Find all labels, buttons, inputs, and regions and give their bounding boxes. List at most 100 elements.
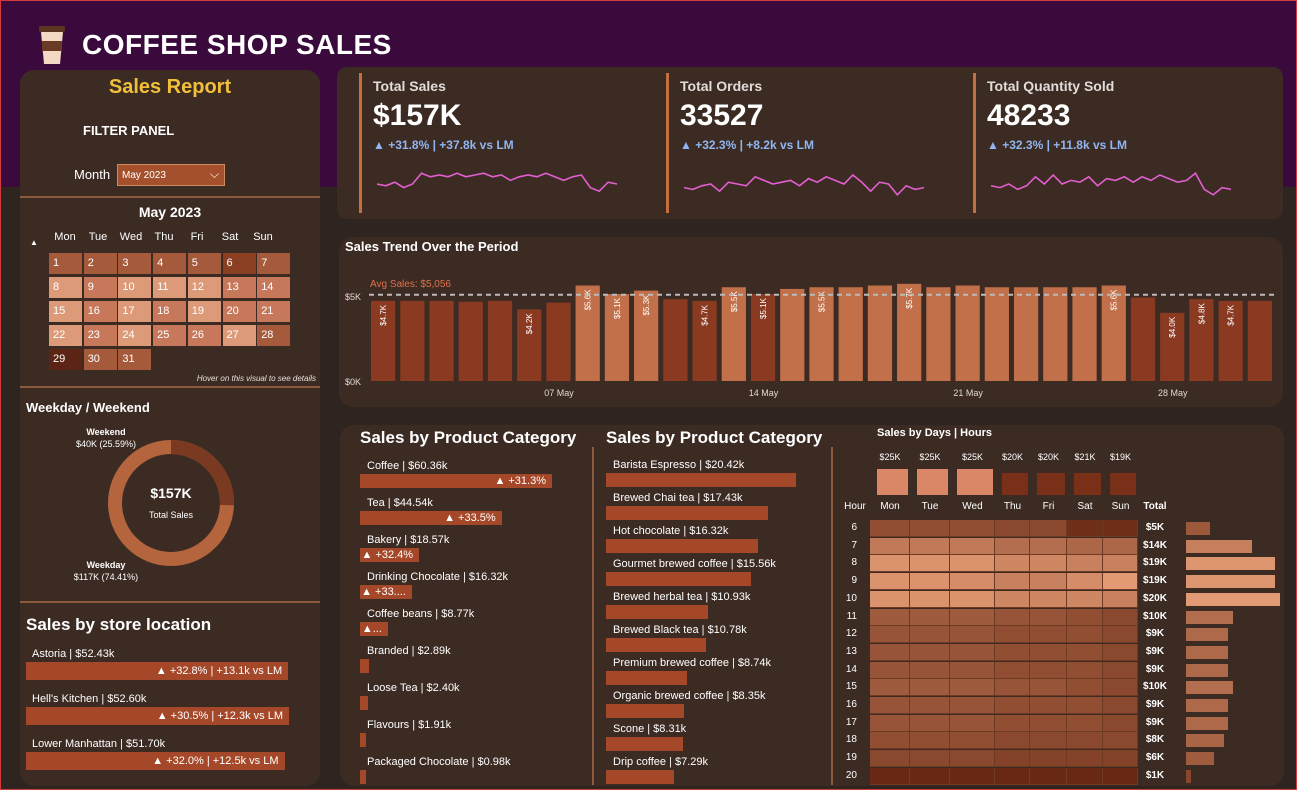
hour-total-bar[interactable] bbox=[1186, 734, 1224, 748]
heatmap-cell[interactable] bbox=[1103, 697, 1138, 714]
heatmap-cell[interactable] bbox=[995, 767, 1030, 785]
hour-total-bar[interactable] bbox=[1186, 663, 1229, 677]
calendar-day[interactable]: 29 bbox=[49, 349, 82, 370]
heatmap-cell[interactable] bbox=[870, 537, 910, 555]
calendar-day[interactable]: 30 bbox=[83, 349, 117, 370]
calendar-day[interactable]: 6 bbox=[222, 253, 256, 274]
calendar-day[interactable]: 27 bbox=[222, 325, 256, 346]
heatmap-cell[interactable] bbox=[995, 750, 1030, 768]
day-total-bar[interactable] bbox=[957, 469, 993, 495]
heatmap-cell[interactable] bbox=[995, 679, 1030, 697]
heatmap-cell[interactable] bbox=[1067, 520, 1103, 537]
heatmap-cell[interactable] bbox=[910, 750, 950, 768]
heatmap-cell[interactable] bbox=[1067, 555, 1103, 573]
category-bar[interactable] bbox=[360, 770, 366, 784]
heatmap-cell[interactable] bbox=[1103, 732, 1138, 750]
heatmap-cell[interactable] bbox=[1067, 590, 1103, 608]
day-total-bar[interactable] bbox=[877, 469, 908, 495]
heatmap-cell[interactable] bbox=[995, 520, 1030, 537]
day-total-bar[interactable] bbox=[1110, 473, 1136, 495]
calendar-day[interactable]: 16 bbox=[83, 301, 117, 322]
heatmap-cell[interactable] bbox=[910, 520, 950, 537]
heatmap-cell[interactable] bbox=[1103, 555, 1138, 573]
heatmap-cell[interactable] bbox=[995, 608, 1030, 626]
heatmap-cell[interactable] bbox=[1030, 590, 1067, 608]
heatmap-cell[interactable] bbox=[995, 661, 1030, 679]
heatmap-cell[interactable] bbox=[950, 643, 995, 661]
heatmap-cell[interactable] bbox=[910, 626, 950, 644]
heatmap-cell[interactable] bbox=[1030, 767, 1067, 785]
product-type-bar[interactable] bbox=[606, 770, 674, 784]
category-bar[interactable]: ▲ +33.... bbox=[360, 585, 412, 599]
heatmap-cell[interactable] bbox=[1103, 750, 1138, 768]
heatmap-cell[interactable] bbox=[1067, 661, 1103, 679]
location-bar[interactable]: ▲ +32.0% | +12.5k vs LM bbox=[26, 752, 285, 770]
product-type-bar[interactable] bbox=[606, 473, 796, 487]
calendar-day[interactable]: 2 bbox=[83, 253, 117, 274]
day-total-bar[interactable] bbox=[1002, 473, 1028, 495]
heatmap-cell[interactable] bbox=[1067, 626, 1103, 644]
heatmap-cell[interactable] bbox=[995, 697, 1030, 714]
heatmap-cell[interactable] bbox=[950, 767, 995, 785]
heatmap-cell[interactable] bbox=[995, 573, 1030, 591]
heatmap-cell[interactable] bbox=[870, 555, 910, 573]
trend-bar[interactable] bbox=[1072, 287, 1097, 381]
category-bar[interactable]: ▲ +32.4% bbox=[360, 548, 420, 562]
heatmap-cell[interactable] bbox=[910, 643, 950, 661]
day-total-bar[interactable] bbox=[1074, 473, 1101, 495]
heatmap-cell[interactable] bbox=[870, 679, 910, 697]
heatmap-cell[interactable] bbox=[1030, 732, 1067, 750]
heatmap-cell[interactable] bbox=[1030, 661, 1067, 679]
hour-total-bar[interactable] bbox=[1186, 769, 1191, 783]
heatmap-cell[interactable] bbox=[1103, 661, 1138, 679]
weekday-weekend-donut[interactable] bbox=[106, 438, 236, 568]
heatmap-cell[interactable] bbox=[910, 767, 950, 785]
heatmap-cell[interactable] bbox=[1103, 714, 1138, 732]
heatmap-cell[interactable] bbox=[1067, 732, 1103, 750]
trend-bar[interactable] bbox=[1247, 300, 1272, 381]
hour-total-bar[interactable] bbox=[1186, 645, 1229, 659]
heatmap-cell[interactable] bbox=[1103, 590, 1138, 608]
heatmap-cell[interactable] bbox=[1030, 608, 1067, 626]
heatmap-cell[interactable] bbox=[910, 555, 950, 573]
calendar-day[interactable]: 25 bbox=[153, 325, 187, 346]
category-bar[interactable]: ▲... bbox=[360, 622, 388, 636]
product-type-bar[interactable] bbox=[606, 506, 769, 520]
heatmap-cell[interactable] bbox=[910, 679, 950, 697]
calendar-day[interactable]: 7 bbox=[257, 253, 291, 274]
heatmap-cell[interactable] bbox=[950, 732, 995, 750]
hour-total-bar[interactable] bbox=[1186, 539, 1252, 553]
heatmap-cell[interactable] bbox=[1103, 573, 1138, 591]
calendar-day[interactable]: 28 bbox=[257, 325, 291, 346]
heatmap-cell[interactable] bbox=[870, 661, 910, 679]
heatmap-cell[interactable] bbox=[870, 767, 910, 785]
trend-bar[interactable] bbox=[400, 300, 425, 381]
heatmap-cell[interactable] bbox=[950, 626, 995, 644]
trend-bar[interactable] bbox=[780, 288, 805, 381]
heatmap-cell[interactable] bbox=[950, 679, 995, 697]
calendar-day[interactable]: 22 bbox=[49, 325, 82, 346]
sales-trend-chart[interactable]: $5K$0K$4.7K $4.2K$5.6K $5.1K $5.3K $4.7K$5.5… bbox=[339, 237, 1283, 407]
calendar-day[interactable]: 31 bbox=[118, 349, 152, 370]
heatmap-cell[interactable] bbox=[995, 626, 1030, 644]
kpi-card[interactable]: Total Quantity Sold 48233 ▲ +32.3% | +11.8… bbox=[973, 67, 1279, 219]
calendar-day[interactable]: 15 bbox=[49, 301, 82, 322]
kpi-card[interactable]: Total Sales $157K ▲ +31.8% | +37.8k vs LM bbox=[359, 67, 665, 219]
calendar-day[interactable]: 21 bbox=[257, 301, 291, 322]
calendar-day[interactable]: 1 bbox=[49, 253, 82, 274]
heatmap-cell[interactable] bbox=[995, 555, 1030, 573]
product-type-bar[interactable] bbox=[606, 737, 684, 751]
sort-up-icon[interactable]: ▲ bbox=[30, 238, 38, 247]
hour-total-bar[interactable] bbox=[1186, 628, 1229, 642]
calendar-day[interactable]: 18 bbox=[153, 301, 187, 322]
heatmap-cell[interactable] bbox=[870, 626, 910, 644]
trend-bar[interactable] bbox=[429, 300, 454, 381]
heatmap-cell[interactable] bbox=[995, 714, 1030, 732]
heatmap-cell[interactable] bbox=[1030, 679, 1067, 697]
heatmap-cell[interactable] bbox=[910, 537, 950, 555]
heatmap-cell[interactable] bbox=[1030, 520, 1067, 537]
heatmap-cell[interactable] bbox=[1067, 714, 1103, 732]
heatmap-cell[interactable] bbox=[1030, 573, 1067, 591]
heatmap-cell[interactable] bbox=[870, 697, 910, 714]
hour-total-bar[interactable] bbox=[1186, 557, 1276, 571]
